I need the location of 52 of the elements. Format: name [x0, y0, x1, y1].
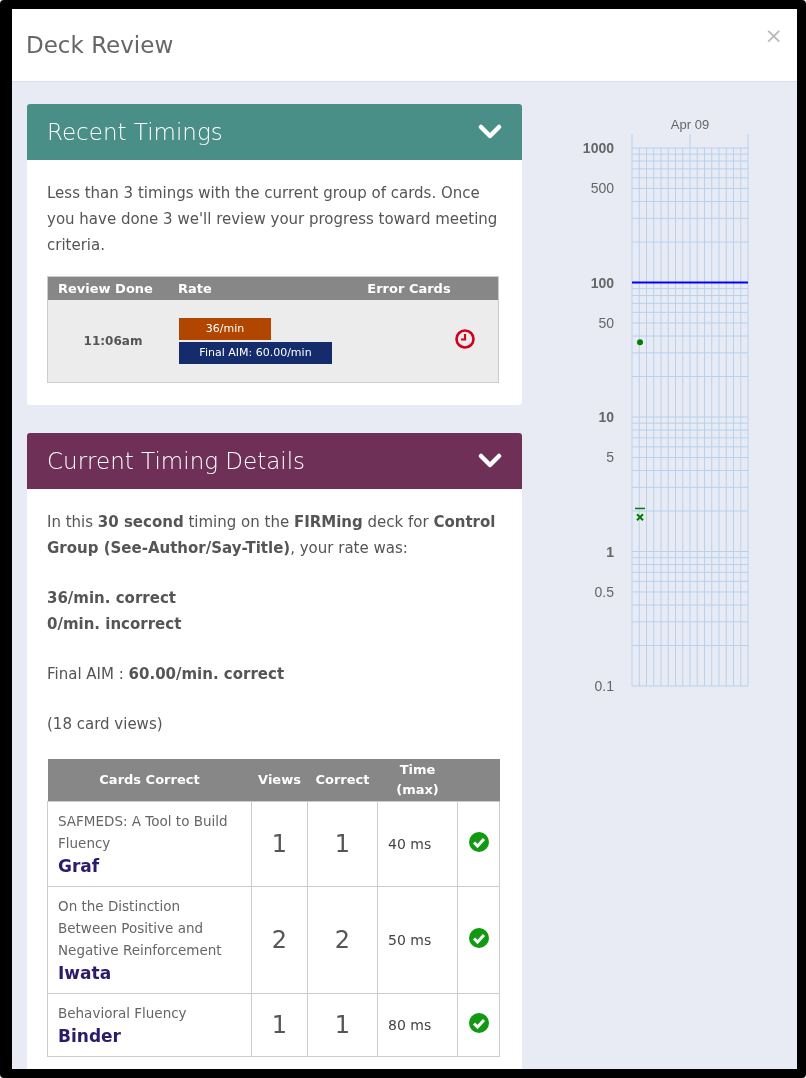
close-button[interactable]: ×	[764, 23, 783, 48]
axis-tick-label: 1000	[582, 140, 614, 156]
panel-header[interactable]: Recent Timings	[27, 104, 522, 160]
table-cell: 2	[251, 886, 308, 994]
chevron-icon[interactable]	[478, 453, 502, 469]
table-cell: 40 ms	[377, 801, 458, 887]
table-cell: 1	[307, 801, 378, 887]
timing-summary: In this 30 second timing on the FIRMing deck for Control Group (See-Author/Say-Title), your rate was:	[47, 512, 497, 559]
axis-tick-label: 100	[590, 274, 614, 291]
review-time: 11:06am	[83, 334, 143, 348]
card-title: SAFMEDS: A Tool to Build Fluency	[58, 812, 229, 853]
final-aim: Final AIM : 60.00/min. correct	[47, 664, 286, 685]
table-cell: 1	[251, 993, 308, 1057]
clock-icon	[454, 328, 476, 350]
column-header: Error Cards	[340, 276, 499, 300]
table-cell: 80 ms	[377, 993, 458, 1057]
rate-bar: 36/min	[179, 318, 271, 340]
table-cell: 50 ms	[377, 886, 458, 994]
timings-message: Less than 3 timings with the current group of cards. Once you have done 3 we'll review your progress toward meeting criteria.	[47, 183, 499, 256]
axis-tick-label: 0.1	[594, 678, 614, 694]
card-title: Behavioral Fluency	[58, 1004, 188, 1023]
axis-tick-label: 50	[598, 315, 614, 331]
panel-title: Current Timing Details	[47, 448, 306, 474]
dialog-title: Deck Review	[26, 32, 174, 58]
column-header: Rate	[178, 276, 340, 300]
table-cell: 1	[307, 993, 378, 1057]
correct-rate: 36/min. correct	[47, 588, 177, 609]
axis-tick-label: 500	[590, 180, 614, 197]
aim-bar: Final AIM: 60.00/min	[179, 342, 332, 364]
column-header: Cards Correct	[47, 759, 252, 802]
column-header: Review Done	[47, 276, 178, 300]
card-views: (18 card views)	[47, 714, 164, 735]
axis-tick-label: 0.5	[594, 584, 614, 600]
card-author: Iwata	[58, 962, 113, 985]
panel-header[interactable]: Current Timing Details	[27, 433, 522, 489]
incorrect-mark	[636, 513, 644, 522]
record-floor-mark	[634, 507, 646, 510]
date-label: Apr 09	[670, 117, 710, 132]
axis-tick-label: 5	[606, 449, 614, 466]
panel-title: Recent Timings	[47, 119, 223, 145]
table-cell: 2	[307, 886, 378, 994]
table-cell: 1	[251, 801, 308, 887]
card-title: On the Distinction Between Positive and Negative Reinforcement	[58, 897, 223, 960]
correct-dot	[637, 339, 643, 346]
column-header: Correct	[307, 759, 378, 802]
card-author: Binder	[58, 1025, 122, 1048]
incorrect-rate: 0/min. incorrect	[47, 614, 183, 635]
column-header: Views	[251, 759, 308, 802]
column-header: Time (max)	[377, 759, 458, 802]
axis-tick-label: 10	[598, 409, 614, 425]
axis-tick-label: 1	[606, 543, 614, 560]
card-author: Graf	[58, 855, 101, 878]
